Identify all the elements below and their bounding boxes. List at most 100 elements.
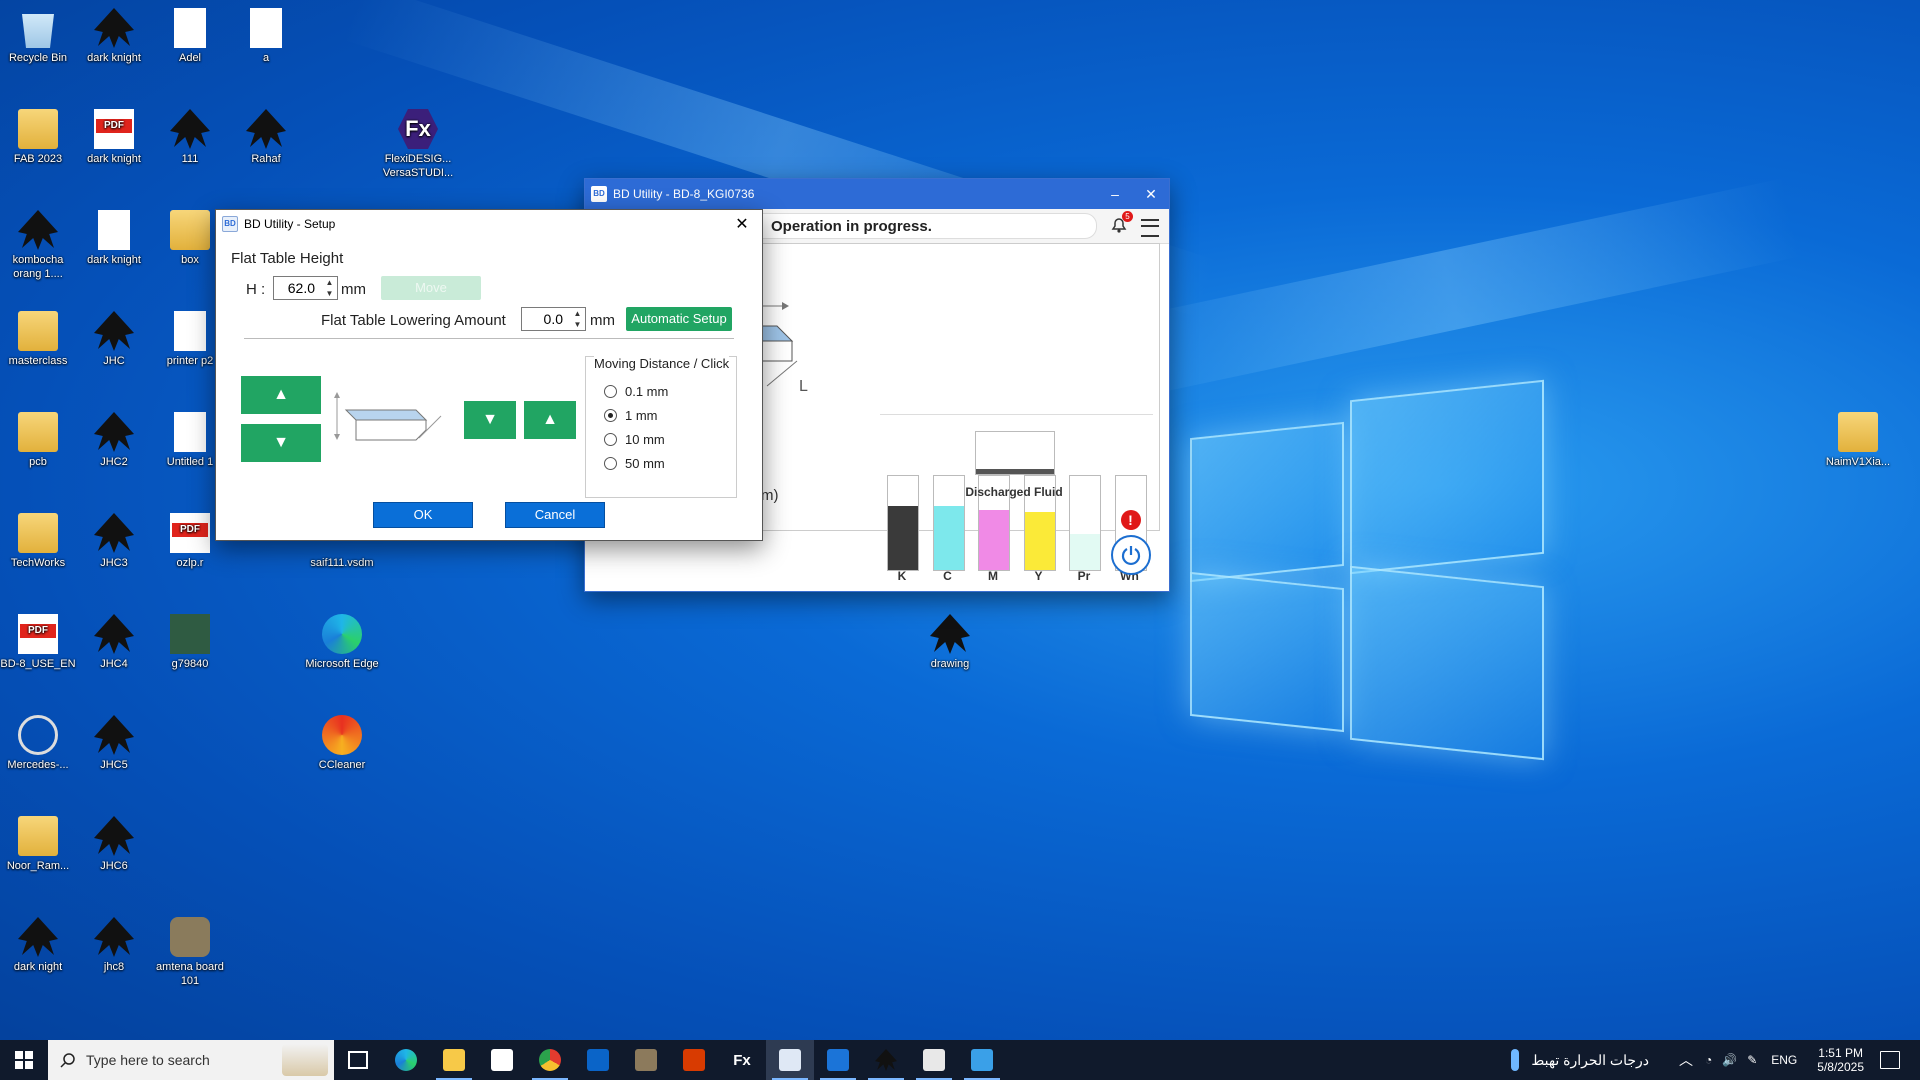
bell-icon[interactable]: 5 bbox=[1109, 211, 1133, 235]
lowering-spinner[interactable]: 0.0 ▲ ▼ bbox=[521, 307, 586, 331]
desktop-icon-label: dark knight bbox=[87, 52, 141, 64]
radio-icon[interactable] bbox=[604, 457, 617, 470]
spin-down-icon[interactable]: ▼ bbox=[570, 319, 585, 330]
outlook-icon[interactable] bbox=[574, 1040, 622, 1080]
distance-option[interactable]: 10 mm bbox=[604, 432, 665, 447]
close-main-button[interactable]: ✕ bbox=[1133, 186, 1169, 203]
lowering-down-button[interactable]: ▼ bbox=[464, 401, 516, 439]
setup-titlebar[interactable]: BD BD Utility - Setup ✕ bbox=[216, 210, 762, 238]
radio-icon[interactable] bbox=[604, 409, 617, 422]
desktop-icon[interactable]: Fx FlexiDESIG... VersaSTUDI... bbox=[380, 109, 456, 180]
desktop-icon[interactable]: jhc8 bbox=[76, 917, 152, 974]
desktop-icon[interactable]: CCleaner bbox=[304, 715, 380, 772]
desktop-icon[interactable]: FAB 2023 bbox=[0, 109, 76, 166]
desktop-icon[interactable]: Adel bbox=[152, 8, 228, 65]
desktop-icon[interactable]: JHC bbox=[76, 311, 152, 368]
start-button[interactable] bbox=[0, 1040, 48, 1080]
desktop-icon[interactable]: Noor_Ram... bbox=[0, 816, 76, 873]
desktop-icon[interactable]: JHC5 bbox=[76, 715, 152, 772]
file-explorer-icon[interactable] bbox=[430, 1040, 478, 1080]
distance-option[interactable]: 50 mm bbox=[604, 456, 665, 471]
desktop-icon[interactable]: Rahaf bbox=[228, 109, 304, 166]
desktop-icon[interactable]: Microsoft Edge bbox=[304, 614, 380, 671]
search-box[interactable]: Type here to search bbox=[48, 1040, 334, 1080]
desktop-icon[interactable]: dark knight bbox=[76, 210, 152, 267]
radio-icon[interactable] bbox=[604, 433, 617, 446]
versaworks-icon[interactable] bbox=[814, 1040, 862, 1080]
winrar-icon[interactable] bbox=[622, 1040, 670, 1080]
desktop-icon-label: saif111.vsdm bbox=[310, 557, 374, 569]
office-icon[interactable] bbox=[670, 1040, 718, 1080]
desktop-icon[interactable]: NaimV1Xia... bbox=[1820, 412, 1896, 469]
distance-option[interactable]: 1 mm bbox=[604, 408, 658, 423]
move-button[interactable]: Move bbox=[381, 276, 481, 300]
svg-text:L: L bbox=[799, 378, 808, 395]
desktop-icon[interactable]: kombocha orang 1.... bbox=[0, 210, 76, 281]
menu-icon[interactable] bbox=[1141, 219, 1159, 237]
lowering-up-button[interactable]: ▲ bbox=[524, 401, 576, 439]
desktop-icon[interactable]: BD-8_USE_EN bbox=[0, 614, 76, 671]
spin-up-icon[interactable]: ▲ bbox=[322, 277, 337, 288]
flexi-taskbar-icon[interactable]: Fx bbox=[718, 1040, 766, 1080]
desktop-icon[interactable]: 111 bbox=[152, 109, 228, 166]
edge-taskbar-icon[interactable] bbox=[382, 1040, 430, 1080]
desktop-icon[interactable]: JHC2 bbox=[76, 412, 152, 469]
pen-icon[interactable]: ✎ bbox=[1747, 1053, 1757, 1067]
thermometer-icon[interactable] bbox=[1511, 1049, 1520, 1071]
paint-icon[interactable] bbox=[958, 1040, 1006, 1080]
task-view-icon[interactable] bbox=[334, 1040, 382, 1080]
cancel-button[interactable]: Cancel bbox=[505, 502, 605, 528]
volume-icon[interactable]: 🔊 bbox=[1722, 1053, 1737, 1067]
table-down-button[interactable]: ▼ bbox=[241, 424, 321, 462]
desktop-icon[interactable]: dark knight bbox=[76, 109, 152, 166]
desktop-icon[interactable]: a bbox=[228, 8, 304, 65]
bd-utility-taskbar-icon[interactable] bbox=[766, 1040, 814, 1080]
lowering-input[interactable]: 0.0 bbox=[522, 308, 569, 330]
notification-center-icon[interactable] bbox=[1880, 1051, 1900, 1069]
desktop-icon[interactable]: JHC3 bbox=[76, 513, 152, 570]
chrome-icon[interactable] bbox=[526, 1040, 574, 1080]
power-button[interactable] bbox=[1111, 535, 1151, 575]
spin-down-icon[interactable]: ▼ bbox=[322, 288, 337, 299]
weather-text[interactable]: درجات الحرارة تهبط bbox=[1531, 1052, 1649, 1069]
desktop-icon[interactable]: g79840 bbox=[152, 614, 228, 671]
desktop-icon[interactable]: pcb bbox=[0, 412, 76, 469]
edge-icon bbox=[322, 614, 362, 654]
language-indicator[interactable]: ENG bbox=[1771, 1053, 1797, 1067]
clock[interactable]: 1:51 PM 5/8/2025 bbox=[1817, 1046, 1864, 1074]
desktop-icon[interactable]: Recycle Bin bbox=[0, 8, 76, 65]
main-window-titlebar[interactable]: BD BD Utility - BD-8_KGI0736 – ✕ bbox=[585, 179, 1169, 209]
table-up-button[interactable]: ▲ bbox=[241, 376, 321, 414]
inkscape-taskbar-icon[interactable] bbox=[862, 1040, 910, 1080]
desktop-icon[interactable]: JHC6 bbox=[76, 816, 152, 873]
radio-icon[interactable] bbox=[604, 385, 617, 398]
ok-button[interactable]: OK bbox=[373, 502, 473, 528]
desktop-icon-label: dark night bbox=[13, 961, 63, 973]
folder-icon bbox=[18, 412, 58, 452]
desktop-icon-label: Mercedes-... bbox=[7, 759, 69, 771]
height-spinner[interactable]: 62.0 ▲ ▼ bbox=[273, 276, 338, 300]
spin-up-icon[interactable]: ▲ bbox=[570, 308, 585, 319]
desktop-icon[interactable]: masterclass bbox=[0, 311, 76, 368]
desktop-icon-label: FlexiDESIG... VersaSTUDI... bbox=[382, 153, 454, 179]
desktop-icon[interactable]: drawing bbox=[912, 614, 988, 671]
desktop-icon[interactable]: amtena board 101 bbox=[152, 917, 228, 988]
desktop-icon[interactable]: Mercedes-... bbox=[0, 715, 76, 772]
height-input[interactable]: 62.0 bbox=[274, 277, 321, 299]
desktop-icon[interactable]: dark night bbox=[0, 917, 76, 974]
desktop-icon-label: Adel bbox=[178, 52, 202, 64]
desktop-icon[interactable]: dark knight bbox=[76, 8, 152, 65]
desktop-icon[interactable]: TechWorks bbox=[0, 513, 76, 570]
automatic-setup-button[interactable]: Automatic Setup bbox=[626, 307, 732, 331]
minimize-button[interactable]: – bbox=[1097, 186, 1133, 202]
desktop-icon-label: CCleaner bbox=[318, 759, 366, 771]
network-icon[interactable]: ◔ bbox=[1705, 1053, 1712, 1067]
desktop-icon[interactable]: JHC4 bbox=[76, 614, 152, 671]
chevron-up-icon[interactable]: ︿ bbox=[1679, 1050, 1693, 1070]
document-taskbar-icon[interactable] bbox=[910, 1040, 958, 1080]
close-setup-button[interactable]: ✕ bbox=[722, 214, 762, 234]
store-icon[interactable] bbox=[478, 1040, 526, 1080]
blank-file-icon bbox=[174, 412, 206, 452]
distance-option[interactable]: 0.1 mm bbox=[604, 384, 668, 399]
ink-label: Pr bbox=[1077, 569, 1091, 583]
